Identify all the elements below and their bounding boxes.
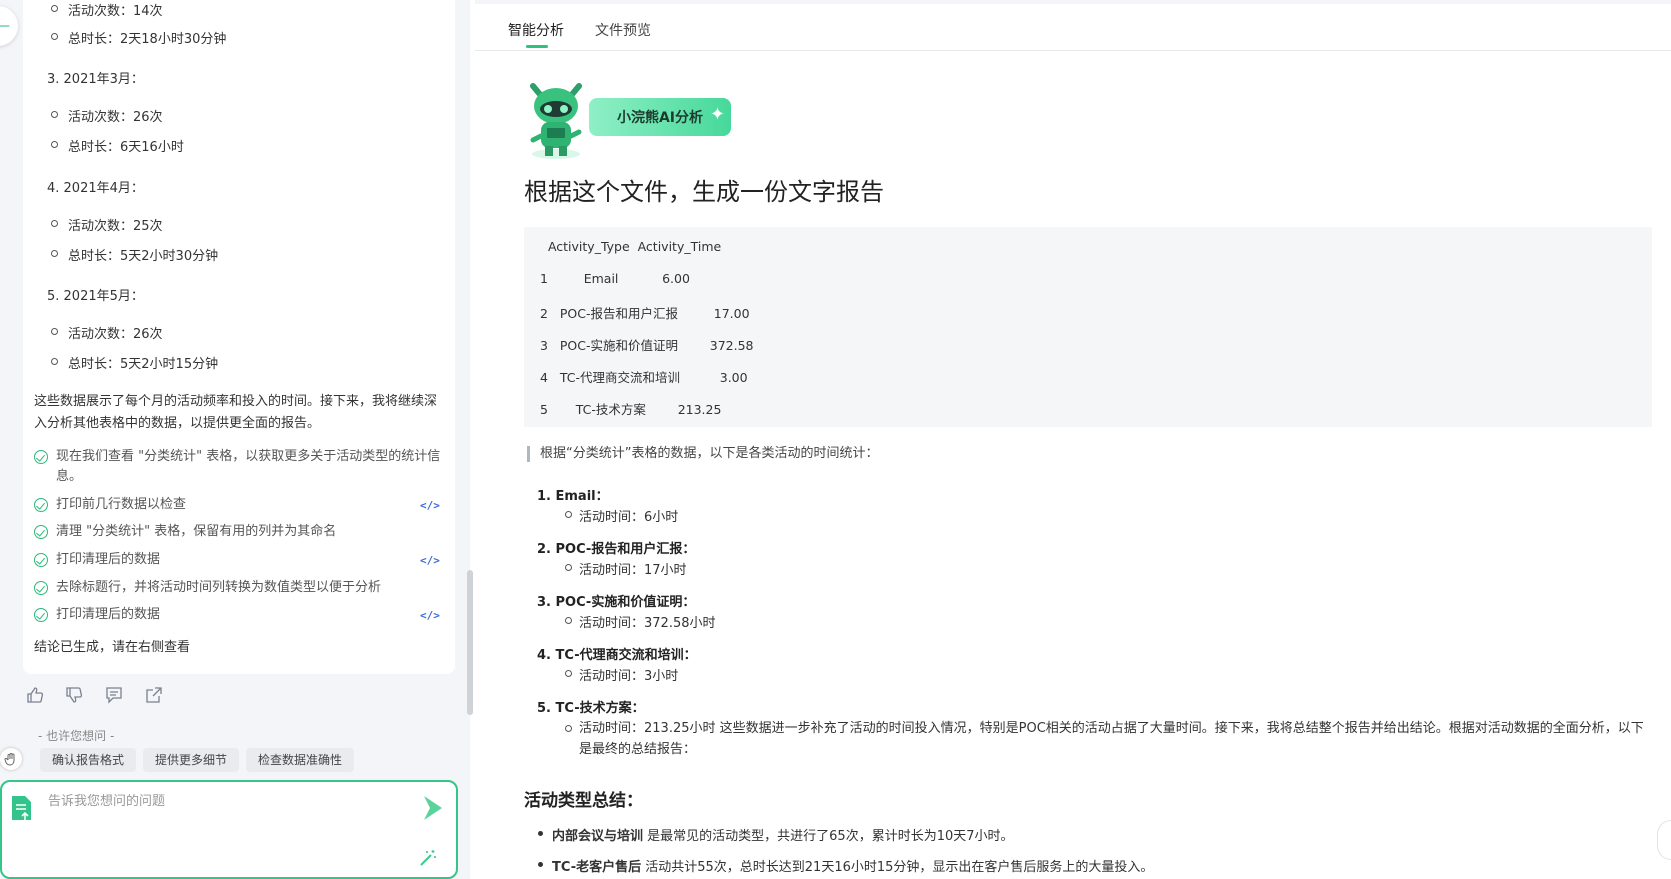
minus-icon: — [0,18,10,34]
activity-heading: 5. TC-技术方案： [537,701,645,716]
step-item: 清理 "分类统计" 表格，保留有用的列并为其命名 [34,522,444,542]
analysis-panel: 智能分析 文件预览 小浣熊AI分析 ✦ 根据这个文件，生成一份文字报告 Acti… [475,0,1671,879]
month-heading: 5. 2021年5月： [47,289,144,304]
ai-analysis-badge: 小浣熊AI分析 ✦ [589,98,731,136]
comment-icon[interactable] [105,686,123,704]
step-item: 现在我们查看 "分类统计" 表格，以获取更多关于活动类型的统计信息。 [34,447,444,487]
activity-detail: 活动时间：372.58小时 [565,612,716,631]
tab-file-preview[interactable]: 文件预览 [595,20,651,40]
step-item: 打印清理后的数据 [34,550,444,570]
list-item: 活动次数：26次 [51,106,163,125]
hand-icon[interactable] [0,748,22,770]
sparkle-icon: ✦ [709,104,725,125]
data-output-block: Activity_Type Activity_Time 1 Email 6.00… [524,227,1652,427]
month-heading: 4. 2021年4月： [47,181,144,196]
list-item: 总时长：5天2小时15分钟 [50,353,218,372]
code-icon[interactable]: </> [420,609,440,622]
suggestions-title: - 也许您想问 - [38,729,115,743]
summary-item: TC-老客户售后 活动共计55次，总时长达到21天16小时15分钟，显示出在客户… [537,856,1153,875]
month-heading: 3. 2021年3月： [47,72,144,87]
list-item: 活动次数：26次 [51,323,163,342]
activity-detail: 活动时间：213.25小时 这些数据进一步补充了活动的时间投入情况，特别是POC… [565,718,1649,760]
check-circle-icon [34,525,48,539]
activity-detail: 活动时间：6小时 [564,506,678,525]
check-circle-icon [34,450,48,464]
summary-paragraph: 这些数据展示了每个月的活动频率和投入的时间。接下来，我将继续深入分析其他表格中的… [34,394,438,431]
floating-side-handle[interactable] [1657,820,1671,860]
suggestion-chip[interactable]: 提供更多细节 [143,748,240,772]
magic-wand-icon[interactable] [418,848,438,868]
send-icon[interactable] [420,794,444,822]
conclusion-text: 结论已生成，请在右侧查看 [34,640,191,655]
active-tab-indicator [526,45,548,48]
list-item: 活动次数：25次 [51,215,163,234]
question-input[interactable] [48,794,388,809]
check-circle-icon [34,608,48,622]
check-circle-icon [34,581,48,595]
step-item: 去除标题行，并将活动时间列转换为数值类型以便于分析 [34,578,444,598]
code-icon[interactable]: </> [420,554,440,567]
summary-item: 内部会议与培训 是最常见的活动类型，共进行了65次，累计时长为10天7小时。 [538,825,1014,844]
thumbs-down-icon[interactable] [65,686,83,704]
data-line: 5 TC-技术方案 213.25 [540,402,722,417]
raccoon-mascot-icon [530,83,582,159]
data-line: 4 TC-代理商交流和培训 3.00 [540,370,748,385]
thumbs-up-icon[interactable] [26,686,44,704]
code-icon[interactable]: </> [420,499,440,512]
summary-heading: 活动类型总结： [524,791,643,811]
data-line: 2 POC-报告和用户汇报 17.00 [540,306,750,321]
document-upload-icon[interactable] [10,794,34,822]
check-circle-icon [34,498,48,512]
collapse-tab[interactable]: — [0,6,18,46]
data-line: 3 POC-实施和价值证明 372.58 [540,338,754,353]
activity-detail: 活动时间：17小时 [565,559,687,578]
step-item: 打印清理后的数据 [34,605,444,625]
list-item: 总时长：5天2小时30分钟 [50,245,218,264]
activity-heading: 4. TC-代理商交流和培训： [537,648,697,663]
chat-input-box [0,780,458,879]
suggestion-chip[interactable]: 检查数据准确性 [246,748,355,772]
question-title: 根据这个文件，生成一份文字报告 [524,178,884,206]
share-icon[interactable] [145,686,163,704]
step-item: 打印前几行数据以检查 [34,495,444,515]
activity-detail: 活动时间：3小时 [564,665,678,684]
list-item: 总时长：6天16小时 [51,136,184,155]
suggestion-chip[interactable]: 确认报告格式 [40,748,137,772]
chat-panel: — 活动次数：14次 总时长：2天18小时30分钟 3. 2021年3月： 活动… [0,0,473,879]
list-item: 总时长：2天18小时30分钟 [50,28,226,47]
tab-smart-analysis[interactable]: 智能分析 [508,20,564,40]
activity-heading: 3. POC-实施和价值证明： [537,595,696,610]
data-line: 1 Email 6.00 [540,271,690,286]
activity-heading: 2. POC-报告和用户汇报： [537,542,696,557]
scrollbar[interactable] [467,570,473,715]
quote-text: 根据“分类统计”表格的数据，以下是各类活动的时间统计： [527,446,878,462]
list-item: 活动次数：14次 [51,0,163,19]
data-line: Activity_Type Activity_Time [540,239,722,254]
check-circle-icon [34,553,48,567]
activity-heading: 1. Email： [537,489,609,504]
